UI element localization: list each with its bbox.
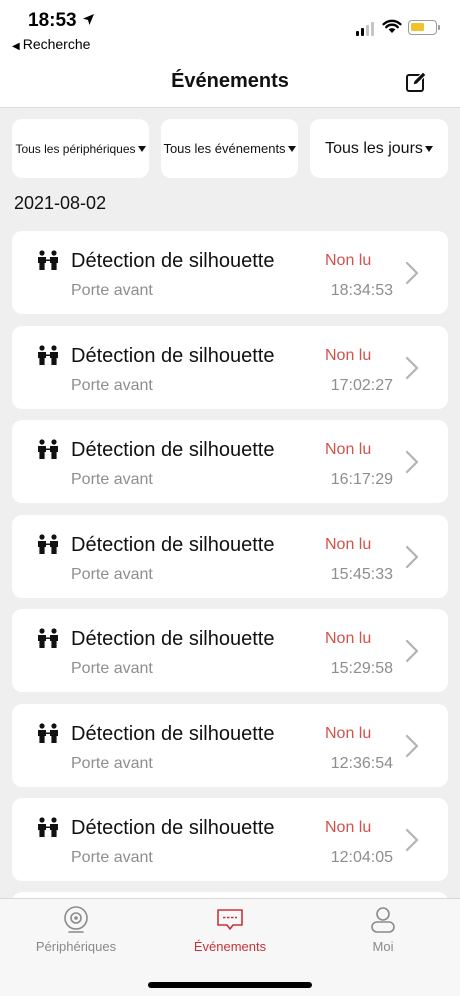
back-to-app-label: Recherche [22,36,91,52]
message-icon [217,909,243,930]
event-card[interactable]: Détection de silhouette Non lu Porte ava… [12,231,448,314]
tab-evenements[interactable]: Événements [170,905,290,954]
people-icon [38,628,58,648]
event-title: Détection de silhouette [71,345,275,367]
event-device-name: Porte avant [71,660,153,677]
event-time: 15:45:33 [330,566,393,583]
chevron-right-icon [405,450,419,474]
event-status-badge: Non lu [325,347,372,364]
event-card[interactable]: Détection de silhouette Non lu Porte ava… [12,515,448,598]
event-device-name: Porte avant [71,377,153,394]
event-card[interactable]: Détection de silhouette Non lu Porte ava… [12,609,448,692]
user-icon [371,907,395,933]
cellular-signal-icon [356,22,374,36]
filter-devices-dropdown[interactable]: Tous les périphériques [12,119,149,178]
event-title: Détection de silhouette [71,817,275,839]
status-bar: 18:53 ◀ Recherche [0,0,460,58]
people-icon [38,439,58,459]
event-device-name: Porte avant [71,849,153,866]
people-icon [38,817,58,837]
event-status-badge: Non lu [325,630,372,647]
navigation-bar: Événements [0,58,460,108]
back-triangle-icon: ◀ [12,41,20,52]
event-time: 12:04:05 [330,849,393,866]
people-icon [38,534,58,554]
chevron-right-icon [405,639,419,663]
dropdown-caret-icon [287,145,296,152]
event-status-badge: Non lu [325,725,372,742]
event-time: 15:29:58 [330,660,393,677]
event-time: 17:02:27 [330,377,393,394]
chevron-right-icon [405,261,419,285]
edit-icon[interactable] [402,68,430,96]
event-card[interactable]: Détection de silhouette Non lu Porte ava… [12,326,448,409]
page-title: Événements [171,70,289,92]
people-icon [38,250,58,270]
tab-peripheriques[interactable]: Périphériques [16,905,136,954]
event-title: Détection de silhouette [71,250,275,272]
event-card[interactable]: Détection de silhouette Non lu Porte ava… [12,704,448,787]
event-title: Détection de silhouette [71,534,275,556]
dropdown-caret-icon [424,145,433,152]
event-time: 12:36:54 [330,755,393,772]
back-to-app-link[interactable]: ◀ Recherche [12,36,90,52]
tab-peripheriques-label: Périphériques [35,939,117,954]
event-status-badge: Non lu [325,819,372,836]
event-status-badge: Non lu [325,441,372,458]
battery-level [411,23,424,31]
event-device-name: Porte avant [71,471,153,488]
status-time: 18:53 [28,10,77,31]
event-device-name: Porte avant [71,282,153,299]
chevron-right-icon [405,828,419,852]
event-card[interactable]: Détection de silhouette Non lu Porte ava… [12,420,448,503]
filter-days-label: Tous les jours [325,139,423,157]
filter-days-dropdown[interactable]: Tous les jours [310,119,448,178]
camera-icon [64,906,88,933]
event-status-badge: Non lu [325,536,372,553]
people-icon [38,723,58,743]
tab-moi[interactable]: Moi [323,905,443,954]
event-time: 18:34:53 [330,282,393,299]
event-card[interactable]: Détection de silhouette Non lu Porte ava… [12,798,448,881]
dropdown-caret-icon [137,145,146,152]
filter-devices-label: Tous les périphériques [15,141,136,156]
event-device-name: Porte avant [71,566,153,583]
date-heading: 2021-08-02 [14,193,107,213]
chevron-right-icon [405,356,419,380]
chevron-right-icon [405,545,419,569]
filter-events-label: Tous les événements [163,141,286,156]
people-icon [38,345,58,365]
wifi-icon [382,19,402,33]
tab-evenements-label: Événements [193,939,267,954]
event-title: Détection de silhouette [71,723,275,745]
filter-events-dropdown[interactable]: Tous les événements [161,119,298,178]
tab-moi-label: Moi [372,939,394,954]
home-indicator[interactable] [148,982,312,988]
event-title: Détection de silhouette [71,439,275,461]
event-status-badge: Non lu [325,252,372,269]
location-arrow-icon [83,14,94,25]
event-title: Détection de silhouette [71,628,275,650]
battery-icon [408,20,440,35]
event-device-name: Porte avant [71,755,153,772]
event-time: 16:17:29 [330,471,393,488]
chevron-right-icon [405,734,419,758]
